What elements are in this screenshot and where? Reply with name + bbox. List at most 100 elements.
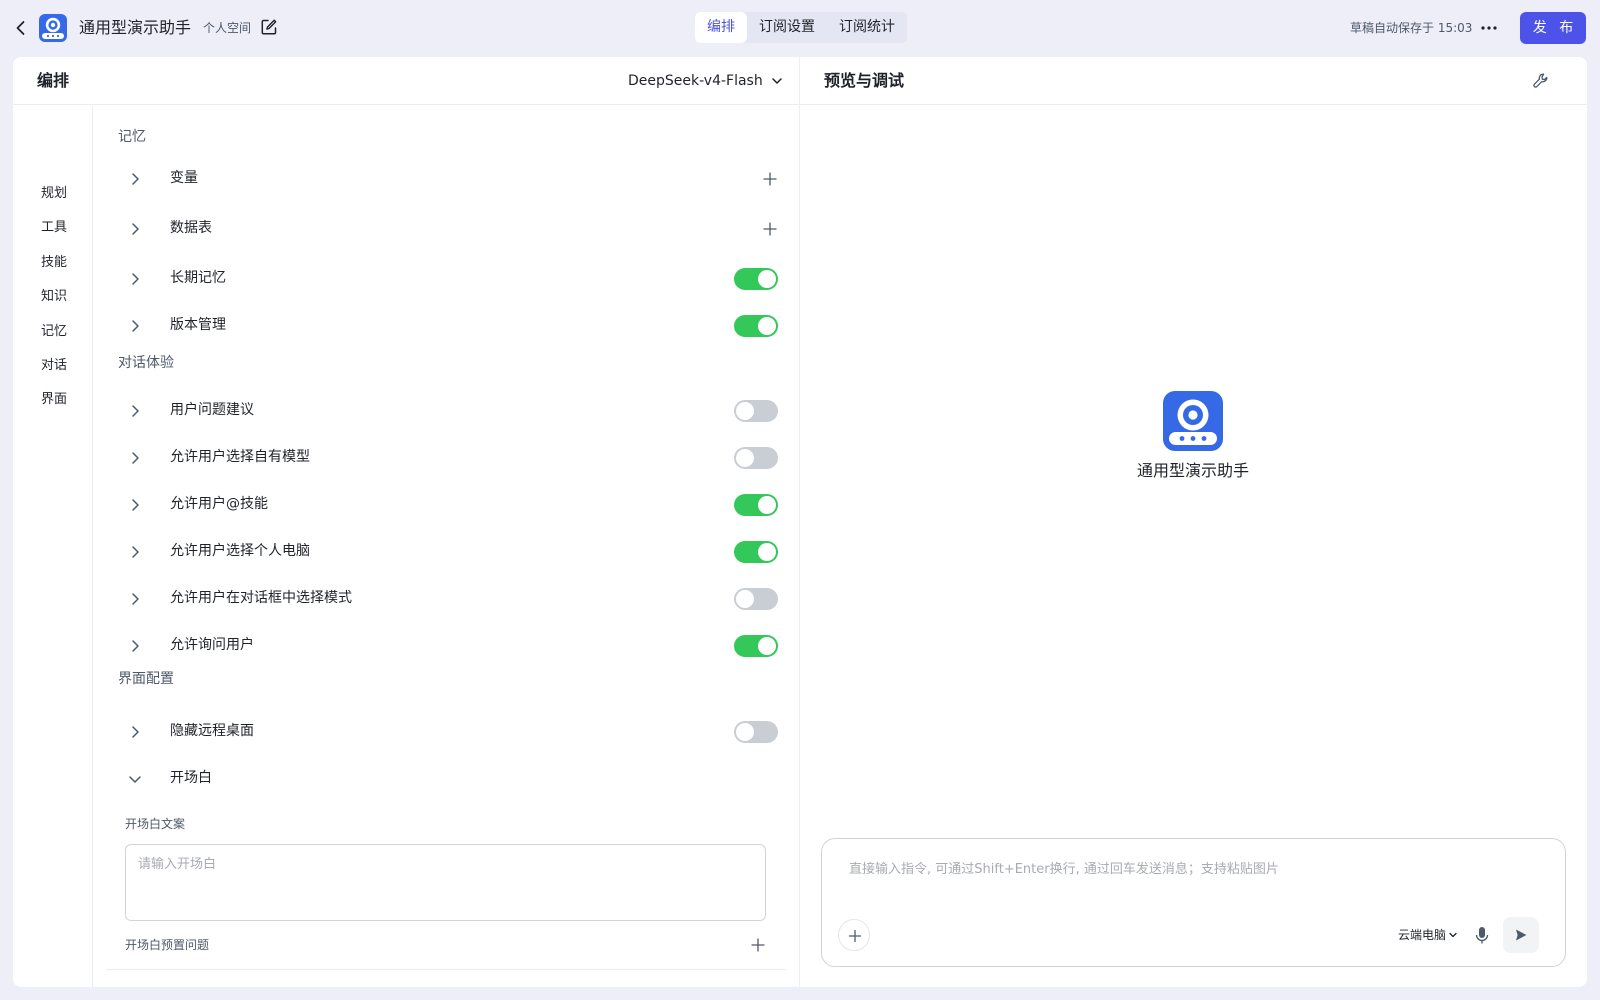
chevron-right-icon[interactable] — [128, 725, 142, 739]
computer-label: 云端电脑 — [1398, 928, 1447, 942]
chevron-right-icon[interactable] — [128, 172, 142, 186]
more-icon[interactable] — [1478, 17, 1500, 39]
toggle-switch[interactable] — [734, 315, 778, 337]
section-title-dialogue: 对话体验 — [118, 355, 174, 371]
back-arrow-icon[interactable] — [10, 17, 32, 39]
config-row-variables: 变量 — [118, 161, 778, 197]
plus-icon[interactable] — [762, 171, 778, 187]
tab-arrange[interactable]: 编排 — [695, 12, 747, 43]
config-row-select-mode: 允许用户在对话框中选择模式 — [118, 581, 778, 617]
publish-button[interactable]: 发 布 — [1520, 12, 1586, 44]
toggle-knob — [736, 402, 754, 420]
arrange-panel: 编排 DeepSeek-v4-Flash 规划 工具 技能 知识 记忆 对话 界… — [13, 57, 799, 987]
config-row-version-management: 版本管理 — [118, 308, 778, 344]
chevron-right-icon[interactable] — [128, 451, 142, 465]
top-bar: 通用型演示助手 个人空间 编排 订阅设置 订阅统计 草稿自动保存于 15:03 … — [0, 0, 1600, 56]
opening-text-field[interactable] — [125, 844, 766, 921]
toggle-switch[interactable] — [734, 588, 778, 610]
computer-selector[interactable]: 云端电脑 — [1398, 927, 1458, 943]
send-button[interactable] — [1503, 917, 1539, 953]
section-title-interface: 界面配置 — [118, 671, 174, 687]
chevron-right-icon[interactable] — [128, 272, 142, 286]
chevron-right-icon[interactable] — [128, 592, 142, 606]
preview-panel: 预览与调试 通用型演示助手 云端电脑 — [800, 57, 1587, 987]
row-label[interactable]: 变量 — [170, 168, 198, 188]
chevron-down-icon[interactable] — [128, 772, 142, 786]
chevron-right-icon[interactable] — [128, 222, 142, 236]
chevron-down-icon — [771, 78, 782, 84]
wrench-icon[interactable] — [1531, 71, 1551, 91]
bot-name: 通用型演示助手 — [1136, 461, 1249, 480]
bot-avatar-icon — [1163, 391, 1223, 451]
row-label[interactable]: 版本管理 — [170, 315, 226, 335]
tab-subscription-stats[interactable]: 订阅统计 — [827, 12, 907, 43]
chat-input[interactable] — [849, 857, 1539, 881]
toggle-switch[interactable] — [734, 721, 778, 743]
chevron-right-icon[interactable] — [128, 545, 142, 559]
row-label[interactable]: 数据表 — [170, 218, 212, 238]
row-label[interactable]: 隐藏远程桌面 — [170, 721, 254, 741]
section-title-memory: 记忆 — [118, 129, 146, 145]
nav-item-tools[interactable]: 工具 — [41, 219, 67, 237]
send-icon — [1516, 929, 1527, 941]
edit-icon[interactable] — [260, 18, 278, 36]
row-label[interactable]: 允许用户选择自有模型 — [170, 447, 310, 467]
divider — [106, 969, 786, 970]
config-row-question-suggestions: 用户问题建议 — [118, 393, 778, 429]
toggle-switch[interactable] — [734, 635, 778, 657]
nav-item-knowledge[interactable]: 知识 — [41, 288, 67, 306]
config-row-at-skills: 允许用户@技能 — [118, 487, 778, 523]
toggle-switch[interactable] — [734, 541, 778, 563]
chevron-right-icon[interactable] — [128, 404, 142, 418]
chevron-right-icon[interactable] — [128, 639, 142, 653]
toggle-knob — [736, 590, 754, 608]
row-label[interactable]: 允许用户选择个人电脑 — [170, 541, 310, 561]
toggle-knob — [758, 270, 776, 288]
plus-icon — [848, 929, 862, 943]
toggle-knob — [758, 317, 776, 335]
preview-title: 预览与调试 — [824, 71, 905, 90]
mode-tabs: 编排 订阅设置 订阅统计 — [695, 12, 907, 43]
toggle-knob — [758, 543, 776, 561]
toggle-switch[interactable] — [734, 268, 778, 290]
toggle-knob — [758, 637, 776, 655]
row-label[interactable]: 开场白 — [170, 768, 212, 788]
config-row-ask-user: 允许询问用户 — [118, 628, 778, 664]
mic-icon[interactable] — [1474, 925, 1490, 945]
row-label[interactable]: 长期记忆 — [170, 268, 226, 288]
row-label[interactable]: 用户问题建议 — [170, 400, 254, 420]
toggle-knob — [736, 449, 754, 467]
nav-item-dialogue[interactable]: 对话 — [41, 357, 67, 375]
row-label[interactable]: 允许询问用户 — [170, 635, 254, 655]
model-selector[interactable]: DeepSeek-v4-Flash — [628, 71, 783, 91]
config-row-long-term-memory: 长期记忆 — [118, 261, 778, 297]
row-label[interactable]: 允许用户@技能 — [170, 494, 268, 514]
chevron-down-icon — [1449, 932, 1457, 938]
app-title: 通用型演示助手 — [79, 18, 192, 37]
row-label[interactable]: 允许用户在对话框中选择模式 — [170, 588, 352, 608]
nav-item-interface[interactable]: 界面 — [41, 391, 67, 409]
attach-button[interactable] — [838, 919, 870, 951]
plus-icon[interactable] — [762, 221, 778, 237]
config-row-own-model: 允许用户选择自有模型 — [118, 440, 778, 476]
arrange-title: 编排 — [37, 71, 70, 90]
chevron-right-icon[interactable] — [128, 498, 142, 512]
config-side-nav: 规划 工具 技能 知识 记忆 对话 界面 — [13, 106, 93, 987]
toggle-switch[interactable] — [734, 494, 778, 516]
space-tag: 个人空间 — [203, 21, 252, 35]
nav-item-memory[interactable]: 记忆 — [41, 323, 67, 341]
toggle-knob — [758, 496, 776, 514]
toggle-knob — [736, 723, 754, 741]
model-name: DeepSeek-v4-Flash — [628, 73, 763, 89]
tab-subscription-settings[interactable]: 订阅设置 — [747, 12, 827, 43]
save-status: 草稿自动保存于 15:03 — [1350, 21, 1473, 35]
nav-item-skills[interactable]: 技能 — [41, 254, 67, 272]
chevron-right-icon[interactable] — [128, 319, 142, 333]
chat-composer: 云端电脑 — [821, 838, 1566, 967]
plus-icon[interactable] — [750, 937, 766, 953]
config-row-personal-computer: 允许用户选择个人电脑 — [118, 534, 778, 570]
toggle-switch[interactable] — [734, 447, 778, 469]
toggle-switch[interactable] — [734, 400, 778, 422]
nav-item-planning[interactable]: 规划 — [41, 185, 67, 203]
config-row-opening-message: 开场白 — [118, 761, 778, 797]
